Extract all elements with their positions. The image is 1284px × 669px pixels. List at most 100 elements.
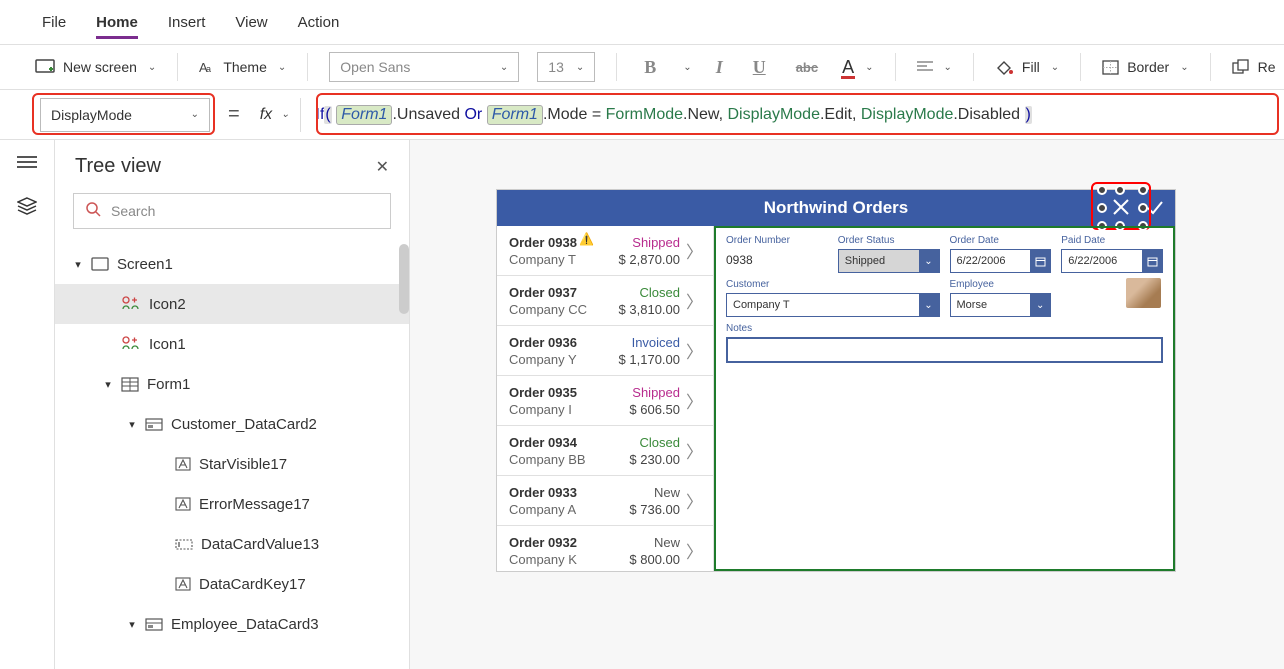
tree-item-label: ErrorMessage17 xyxy=(199,496,310,513)
order-item[interactable]: ⚠️Order 0938Company TShipped$ 2,870.00〉 xyxy=(497,226,713,276)
chevron-right-icon: 〉 xyxy=(686,488,703,513)
employee-label: Employee xyxy=(950,279,1052,290)
align-button[interactable]: ⌄ xyxy=(917,60,952,74)
paid-date-picker[interactable]: 6/22/2006 xyxy=(1061,249,1163,273)
font-name-select[interactable]: Open Sans ⌄ xyxy=(329,52,519,82)
formula-input[interactable]: If( Form1.Unsaved Or Form1.Mode = FormMo… xyxy=(311,98,1284,132)
hamburger-icon[interactable] xyxy=(17,155,37,172)
customer-select[interactable]: Company T⌄ xyxy=(726,293,940,317)
order-number-value: 0938 xyxy=(726,249,828,267)
tree-item-icon2[interactable]: Icon2 xyxy=(55,284,409,324)
equals-sign: = xyxy=(228,103,240,126)
save-check-icon[interactable] xyxy=(1145,197,1165,222)
tree-item-label: Form1 xyxy=(147,376,190,393)
form-pane: Order Number 0938 Order Status Shipped⌄ … xyxy=(714,226,1175,571)
employee-select[interactable]: Morse⌄ xyxy=(950,293,1052,317)
label-icon xyxy=(175,457,191,471)
chevron-down-icon: ⌄ xyxy=(919,294,939,316)
scrollbar[interactable] xyxy=(399,244,409,314)
reorder-label: Re xyxy=(1258,59,1276,75)
notes-input[interactable] xyxy=(726,337,1163,363)
tree-item-emp[interactable]: ▾Employee_DataCard3 xyxy=(55,604,409,644)
formula-bar: DisplayMode ⌄ = fx ⌄ If( Form1.Unsaved O… xyxy=(0,90,1284,140)
app-preview: Northwind Orders ⚠️Order 0938Company TSh… xyxy=(496,189,1176,572)
tree-item-dck17[interactable]: DataCardKey17 xyxy=(55,564,409,604)
theme-button[interactable]: Aa Theme ⌄ xyxy=(199,59,286,75)
theme-icon: Aa xyxy=(199,59,215,75)
order-item[interactable]: Order 0933Company ANew$ 736.00〉 xyxy=(497,476,713,526)
fx-button[interactable]: fx ⌄ xyxy=(250,98,301,132)
close-icon[interactable]: ✕ xyxy=(376,157,389,177)
chevron-down-icon: ⌄ xyxy=(148,62,156,73)
order-item[interactable]: Order 0937Company CCClosed$ 3,810.00〉 xyxy=(497,276,713,326)
tree-item-screen1[interactable]: ▾Screen1 xyxy=(55,244,409,284)
paid-date-label: Paid Date xyxy=(1061,235,1163,246)
tree-item-star17[interactable]: StarVisible17 xyxy=(55,444,409,484)
chevron-right-icon: 〉 xyxy=(686,238,703,263)
canvas-area[interactable]: Northwind Orders ⚠️Order 0938Company TSh… xyxy=(410,140,1284,669)
strike-button[interactable]: abc xyxy=(790,57,824,78)
card-icon xyxy=(145,618,163,631)
reorder-icon xyxy=(1232,59,1250,75)
selection-handles[interactable] xyxy=(1102,190,1143,226)
order-date-label: Order Date xyxy=(950,235,1052,246)
calendar-icon xyxy=(1142,250,1162,272)
bold-button[interactable]: B xyxy=(638,54,662,81)
new-screen-button[interactable]: New screen ⌄ xyxy=(35,59,156,75)
menu-home[interactable]: Home xyxy=(96,14,138,39)
menu-view[interactable]: View xyxy=(235,14,267,31)
app-header: Northwind Orders xyxy=(497,190,1175,226)
left-rail xyxy=(0,140,55,669)
menu-action[interactable]: Action xyxy=(298,14,340,31)
tree-item-dcv13[interactable]: DataCardValue13 xyxy=(55,524,409,564)
font-size-value: 13 xyxy=(548,59,564,75)
layers-icon[interactable] xyxy=(17,197,37,218)
underline-button[interactable]: U xyxy=(747,54,772,81)
reorder-button[interactable]: Re xyxy=(1232,59,1276,75)
order-item[interactable]: Order 0936Company YInvoiced$ 1,170.00〉 xyxy=(497,326,713,376)
tree-item-label: Screen1 xyxy=(117,256,173,273)
font-name-value: Open Sans xyxy=(340,59,410,75)
chevron-down-icon: ⌄ xyxy=(281,109,289,120)
chevron-down-icon: ⌄ xyxy=(191,109,199,120)
order-date-picker[interactable]: 6/22/2006 xyxy=(950,249,1052,273)
order-item[interactable]: Order 0932Company KNew$ 800.00〉 xyxy=(497,526,713,571)
tree-item-label: Customer_DataCard2 xyxy=(171,416,317,433)
font-size-select[interactable]: 13 ⌄ xyxy=(537,52,595,82)
property-selector[interactable]: DisplayMode ⌄ xyxy=(40,98,210,132)
order-status-select[interactable]: Shipped⌄ xyxy=(838,249,940,273)
menu-file[interactable]: File xyxy=(42,14,66,31)
fill-button[interactable]: Fill ⌄ xyxy=(995,59,1059,76)
font-color-button[interactable]: A ⌄ xyxy=(842,57,873,78)
menu-bar: File Home Insert View Action xyxy=(0,0,1284,45)
search-placeholder: Search xyxy=(111,203,155,219)
toolbar: New screen ⌄ Aa Theme ⌄ Open Sans ⌄ 13 ⌄… xyxy=(0,45,1284,90)
main-area: Tree view ✕ Search ▾Screen1Icon2Icon1▾Fo… xyxy=(0,140,1284,669)
order-item[interactable]: Order 0934Company BBClosed$ 230.00〉 xyxy=(497,426,713,476)
label-icon xyxy=(175,497,191,511)
menu-insert[interactable]: Insert xyxy=(168,14,206,31)
border-icon xyxy=(1102,60,1119,75)
tree-item-icon1[interactable]: Icon1 xyxy=(55,324,409,364)
customer-label: Customer xyxy=(726,279,940,290)
order-item[interactable]: Order 0935Company IShipped$ 606.50〉 xyxy=(497,376,713,426)
chevron-down-icon: ⌄ xyxy=(500,62,508,73)
italic-button[interactable]: I xyxy=(710,54,729,81)
tree-item-err17[interactable]: ErrorMessage17 xyxy=(55,484,409,524)
orders-list[interactable]: ⚠️Order 0938Company TShipped$ 2,870.00〉O… xyxy=(497,226,714,571)
label-icon xyxy=(175,577,191,591)
align-icon xyxy=(917,60,933,74)
input-icon xyxy=(175,539,193,550)
border-button[interactable]: Border ⌄ xyxy=(1102,59,1188,75)
chevron-down-icon: ⌄ xyxy=(1051,62,1059,73)
tree-item-cust[interactable]: ▾Customer_DataCard2 xyxy=(55,404,409,444)
tree-title: Tree view xyxy=(75,155,161,178)
chevron-right-icon: 〉 xyxy=(686,338,703,363)
form-icon xyxy=(121,377,139,392)
card-icon xyxy=(145,418,163,431)
tree-item-label: DataCardValue13 xyxy=(201,536,319,553)
tree-item-form1[interactable]: ▾Form1 xyxy=(55,364,409,404)
tree-search-input[interactable]: Search xyxy=(73,193,391,229)
calendar-icon xyxy=(1030,250,1050,272)
tree-item-label: StarVisible17 xyxy=(199,456,287,473)
